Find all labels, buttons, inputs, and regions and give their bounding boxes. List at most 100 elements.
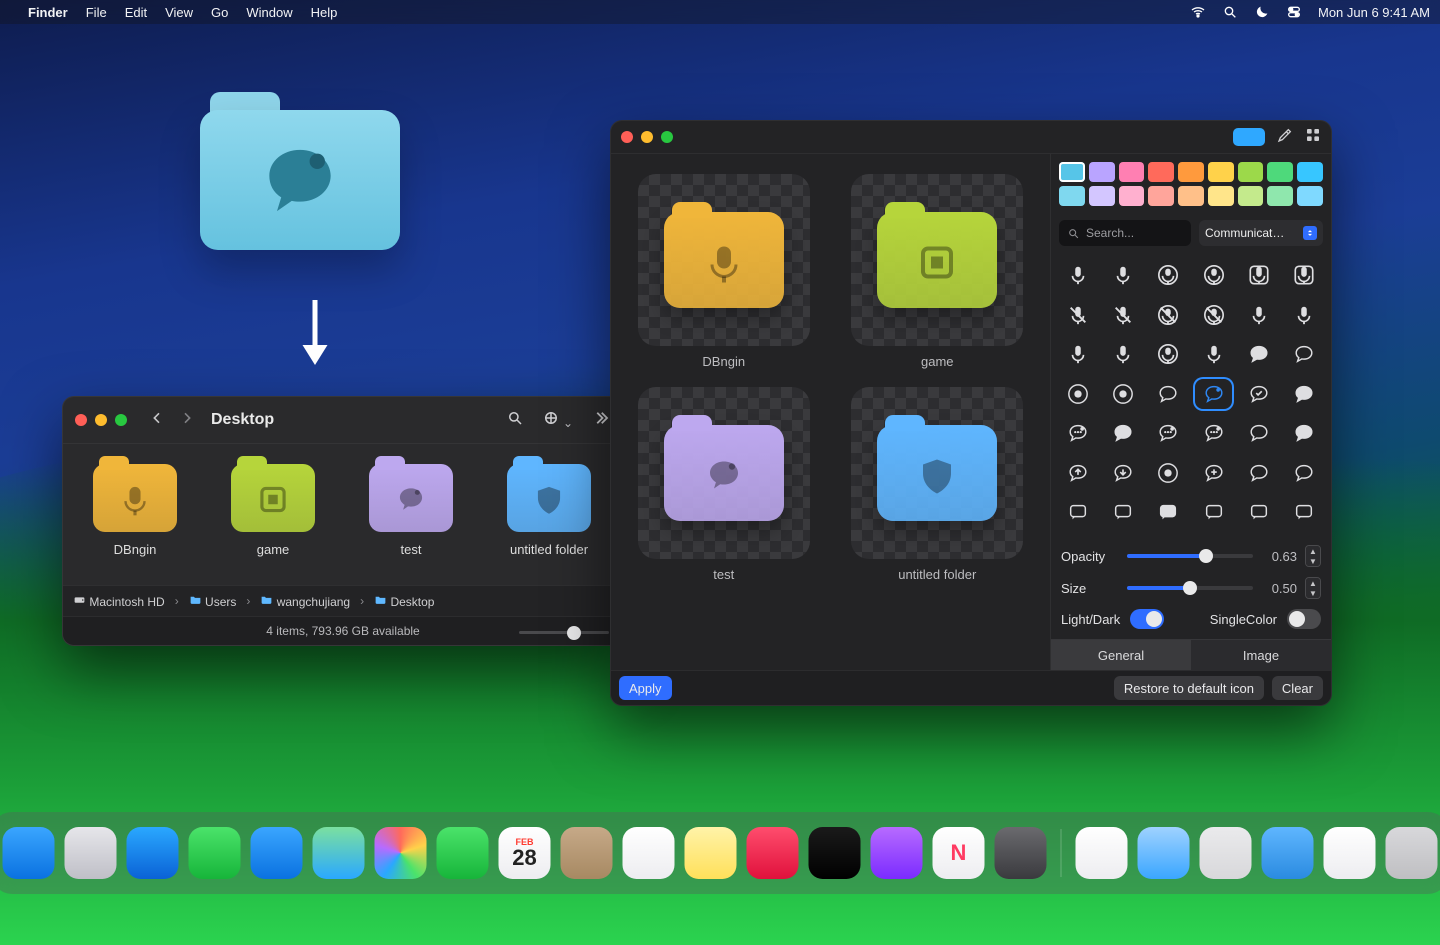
symbol-mic-plus-fill[interactable] xyxy=(1284,298,1325,332)
symbol-bubble-arrows[interactable] xyxy=(1238,456,1279,490)
toolbar-more-icon[interactable] xyxy=(591,409,611,432)
zoom-button[interactable] xyxy=(115,414,127,426)
app-menu[interactable]: Finder xyxy=(28,5,68,20)
nav-back-button[interactable] xyxy=(145,410,169,431)
symbol-mic-plus[interactable] xyxy=(1238,298,1279,332)
color-swatch[interactable] xyxy=(1238,162,1264,182)
dock-app-contacts[interactable] xyxy=(561,827,613,879)
symbol-bubble-left[interactable] xyxy=(1148,377,1189,411)
dock-app-launchpad[interactable] xyxy=(65,827,117,879)
dock-app-tv[interactable] xyxy=(809,827,861,879)
size-stepper[interactable]: ▲▼ xyxy=(1305,577,1321,599)
symbol-bubble[interactable] xyxy=(1284,337,1325,371)
path-segment[interactable]: Desktop xyxy=(374,593,434,609)
dock-app-reminders[interactable] xyxy=(623,827,675,879)
color-swatch[interactable] xyxy=(1178,186,1204,206)
dock-app-podcasts[interactable] xyxy=(871,827,923,879)
opacity-stepper[interactable]: ▲▼ xyxy=(1305,545,1321,567)
color-swatch[interactable] xyxy=(1089,186,1115,206)
toolbar-search-icon[interactable] xyxy=(506,409,524,432)
menubar-clock[interactable]: Mon Jun 6 9:41 AM xyxy=(1318,5,1430,20)
symbol-mic-wave-circle[interactable] xyxy=(1148,337,1189,371)
menu-window[interactable]: Window xyxy=(246,5,292,20)
icon-size-slider[interactable] xyxy=(519,625,609,639)
symbol-mic-slash-circle-fill[interactable] xyxy=(1193,298,1234,332)
finder-item[interactable]: DBngin xyxy=(75,464,195,557)
lightdark-switch[interactable] xyxy=(1130,609,1164,629)
symbol-bubble-up-circle[interactable] xyxy=(1148,456,1189,490)
symbol-bubble-square-fill[interactable] xyxy=(1148,495,1189,529)
symbol-mic-slash-circle[interactable] xyxy=(1148,298,1189,332)
dock-app-thisapp[interactable] xyxy=(1262,827,1314,879)
symbol-mic[interactable] xyxy=(1057,258,1098,292)
apply-button[interactable]: Apply xyxy=(619,676,672,700)
symbol-bubble-check[interactable] xyxy=(1238,377,1279,411)
minimize-button[interactable] xyxy=(95,414,107,426)
finder-titlebar[interactable]: Desktop ⌄ xyxy=(63,397,623,444)
path-segment[interactable]: Macintosh HD xyxy=(73,593,165,609)
accent-color-button[interactable] xyxy=(1233,128,1265,146)
spotlight-icon[interactable] xyxy=(1222,4,1238,20)
symbol-mic-fill[interactable] xyxy=(1102,258,1143,292)
symbol-bubble-translate[interactable] xyxy=(1284,456,1325,490)
preview-grid[interactable]: DBngingametestuntitled folder xyxy=(611,154,1050,670)
color-swatch[interactable] xyxy=(1267,162,1293,182)
color-swatch[interactable] xyxy=(1059,186,1085,206)
dock-app-calendar[interactable]: FEB28 xyxy=(499,827,551,879)
symbol-mic-badge[interactable] xyxy=(1193,337,1234,371)
restore-default-button[interactable]: Restore to default icon xyxy=(1114,676,1264,700)
grid-toggle-icon[interactable] xyxy=(1305,127,1321,148)
color-swatch[interactable] xyxy=(1119,186,1145,206)
dock-app-trash[interactable] xyxy=(1386,827,1438,879)
minimize-button[interactable] xyxy=(641,131,653,143)
dock-app-doc[interactable] xyxy=(1324,827,1376,879)
color-swatch[interactable] xyxy=(1089,162,1115,182)
preview-item[interactable]: game xyxy=(837,174,1039,369)
color-swatch[interactable] xyxy=(1238,186,1264,206)
category-select[interactable]: Communicat… xyxy=(1199,220,1323,246)
do-not-disturb-icon[interactable] xyxy=(1254,4,1270,20)
symbol-bubble-square[interactable] xyxy=(1102,495,1143,529)
preview-item[interactable]: DBngin xyxy=(623,174,825,369)
symbol-mic-slash-fill[interactable] xyxy=(1102,298,1143,332)
symbol-bubble-dots[interactable] xyxy=(1057,416,1098,450)
dock-app-messages[interactable] xyxy=(189,827,241,879)
tab-general[interactable]: General xyxy=(1051,640,1191,670)
color-swatch[interactable] xyxy=(1208,186,1234,206)
finder-content[interactable]: DBngingametestuntitled folder xyxy=(63,444,623,585)
menu-file[interactable]: File xyxy=(86,5,107,20)
color-swatch[interactable] xyxy=(1148,186,1174,206)
menu-go[interactable]: Go xyxy=(211,5,228,20)
close-button[interactable] xyxy=(75,414,87,426)
nav-forward-button[interactable] xyxy=(175,410,199,431)
dock-app-music[interactable] xyxy=(747,827,799,879)
dock-app-safari[interactable] xyxy=(127,827,179,879)
symbol-bubble-quote[interactable] xyxy=(1238,416,1279,450)
symbol-bubble-plus[interactable] xyxy=(1193,456,1234,490)
opacity-slider[interactable] xyxy=(1127,554,1253,558)
color-swatch[interactable] xyxy=(1119,162,1145,182)
color-swatch[interactable] xyxy=(1297,186,1323,206)
finder-item[interactable]: untitled folder xyxy=(489,464,609,557)
symbol-bubble-square-circle[interactable] xyxy=(1193,495,1234,529)
preview-item[interactable]: test xyxy=(623,387,825,582)
color-swatch[interactable] xyxy=(1267,186,1293,206)
symbol-mic-circle-fill[interactable] xyxy=(1193,258,1234,292)
dock-app-facetime[interactable] xyxy=(437,827,489,879)
symbol-mic-slash[interactable] xyxy=(1057,298,1098,332)
menu-edit[interactable]: Edit xyxy=(125,5,147,20)
color-swatch[interactable] xyxy=(1148,162,1174,182)
symbol-bubble-dots-right[interactable] xyxy=(1193,416,1234,450)
symbol-bubble-dots-left[interactable] xyxy=(1148,416,1189,450)
dock-app-maps[interactable] xyxy=(313,827,365,879)
symbol-bubble-square-outline[interactable] xyxy=(1284,495,1325,529)
menu-view[interactable]: View xyxy=(165,5,193,20)
dock-app-news[interactable]: N xyxy=(933,827,985,879)
symbol-bubble-up[interactable] xyxy=(1057,456,1098,490)
control-center-icon[interactable] xyxy=(1286,4,1302,20)
size-slider[interactable] xyxy=(1127,586,1253,590)
dock-app-settings[interactable] xyxy=(995,827,1047,879)
color-swatch[interactable] xyxy=(1178,162,1204,182)
symbol-bubble-circle[interactable] xyxy=(1057,377,1098,411)
symbol-bubble-check-fill[interactable] xyxy=(1284,377,1325,411)
